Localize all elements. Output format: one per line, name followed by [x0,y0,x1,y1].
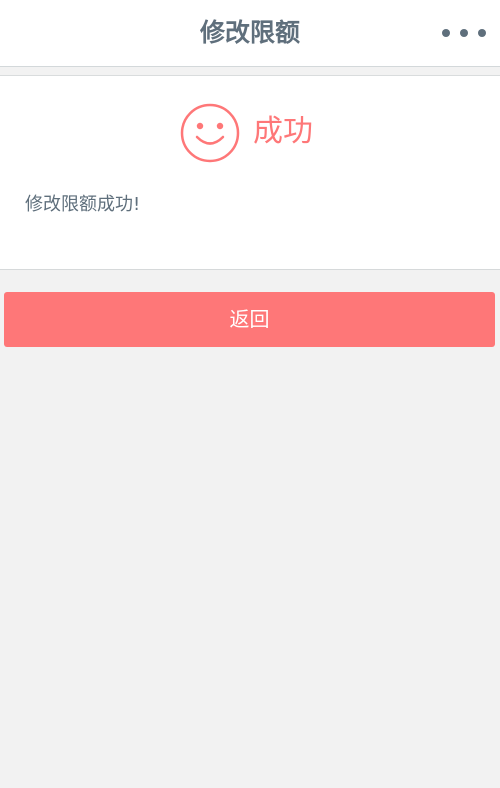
smiley-icon [180,103,240,163]
more-dot-icon [478,29,486,37]
result-card: 成功 修改限额成功! [0,75,500,270]
more-menu-button[interactable] [442,22,486,44]
result-message: 修改限额成功! [25,194,141,215]
more-dot-icon [442,29,450,37]
status-label: 成功 [253,114,313,149]
more-dot-icon [460,29,468,37]
page-title: 修改限额 [199,18,300,47]
nav-bar: 修改限额 [0,0,500,67]
back-button[interactable]: 返回 [4,292,495,347]
